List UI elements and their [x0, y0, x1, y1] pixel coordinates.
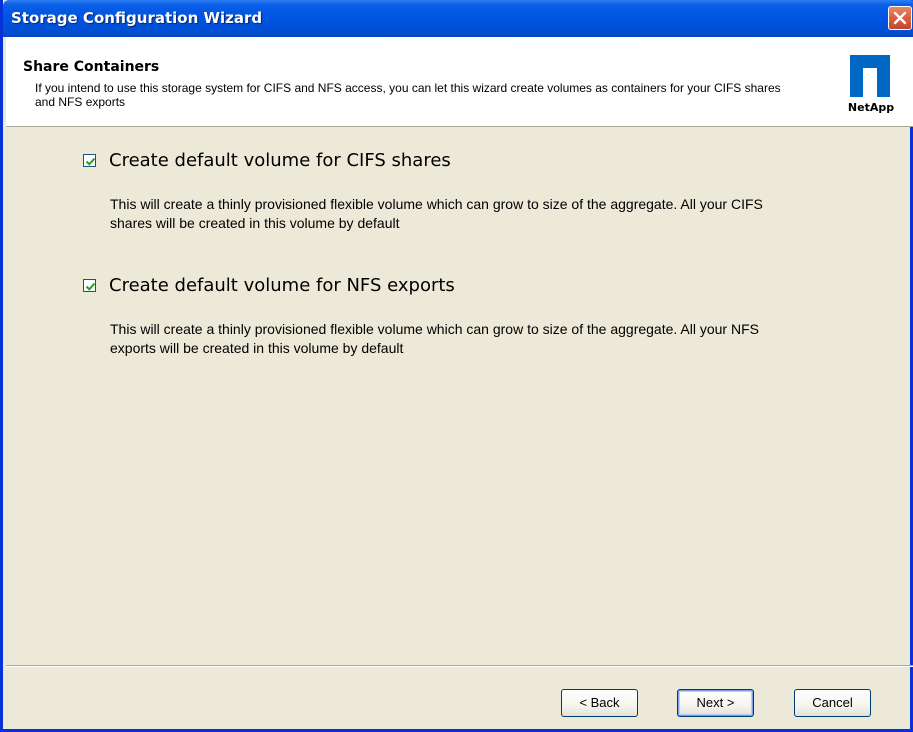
cifs-description: This will create a thinly provisioned fl…: [110, 196, 763, 231]
title-bar[interactable]: Storage Configuration Wizard: [3, 0, 913, 37]
wizard-header: Share Containers If you intend to use th…: [6, 37, 913, 127]
close-button[interactable]: [888, 6, 912, 30]
cifs-checkbox[interactable]: [83, 154, 96, 167]
next-button[interactable]: Next >: [677, 689, 754, 717]
page-description: If you intend to use this storage system…: [35, 81, 781, 109]
footer-separator: [6, 665, 913, 667]
wizard-body: Create default volume for CIFS shares Th…: [6, 127, 913, 667]
page-title: Share Containers: [23, 59, 160, 75]
wizard-window: Storage Configuration Wizard Share Conta…: [0, 0, 913, 732]
checkmark-icon: [85, 282, 96, 291]
close-icon: [893, 11, 907, 25]
cancel-button[interactable]: Cancel: [794, 689, 871, 717]
nfs-checkbox[interactable]: [83, 279, 96, 292]
nfs-description: This will create a thinly provisioned fl…: [110, 321, 759, 356]
nfs-checkbox-label[interactable]: Create default volume for NFS exports: [109, 275, 455, 296]
logo-text: NetApp: [847, 101, 895, 114]
netapp-logo-icon: [850, 55, 890, 97]
netapp-logo: NetApp: [841, 55, 901, 115]
back-button[interactable]: < Back: [561, 689, 638, 717]
cifs-checkbox-label[interactable]: Create default volume for CIFS shares: [109, 150, 451, 171]
checkmark-icon: [85, 157, 96, 166]
window-title: Storage Configuration Wizard: [11, 9, 263, 27]
